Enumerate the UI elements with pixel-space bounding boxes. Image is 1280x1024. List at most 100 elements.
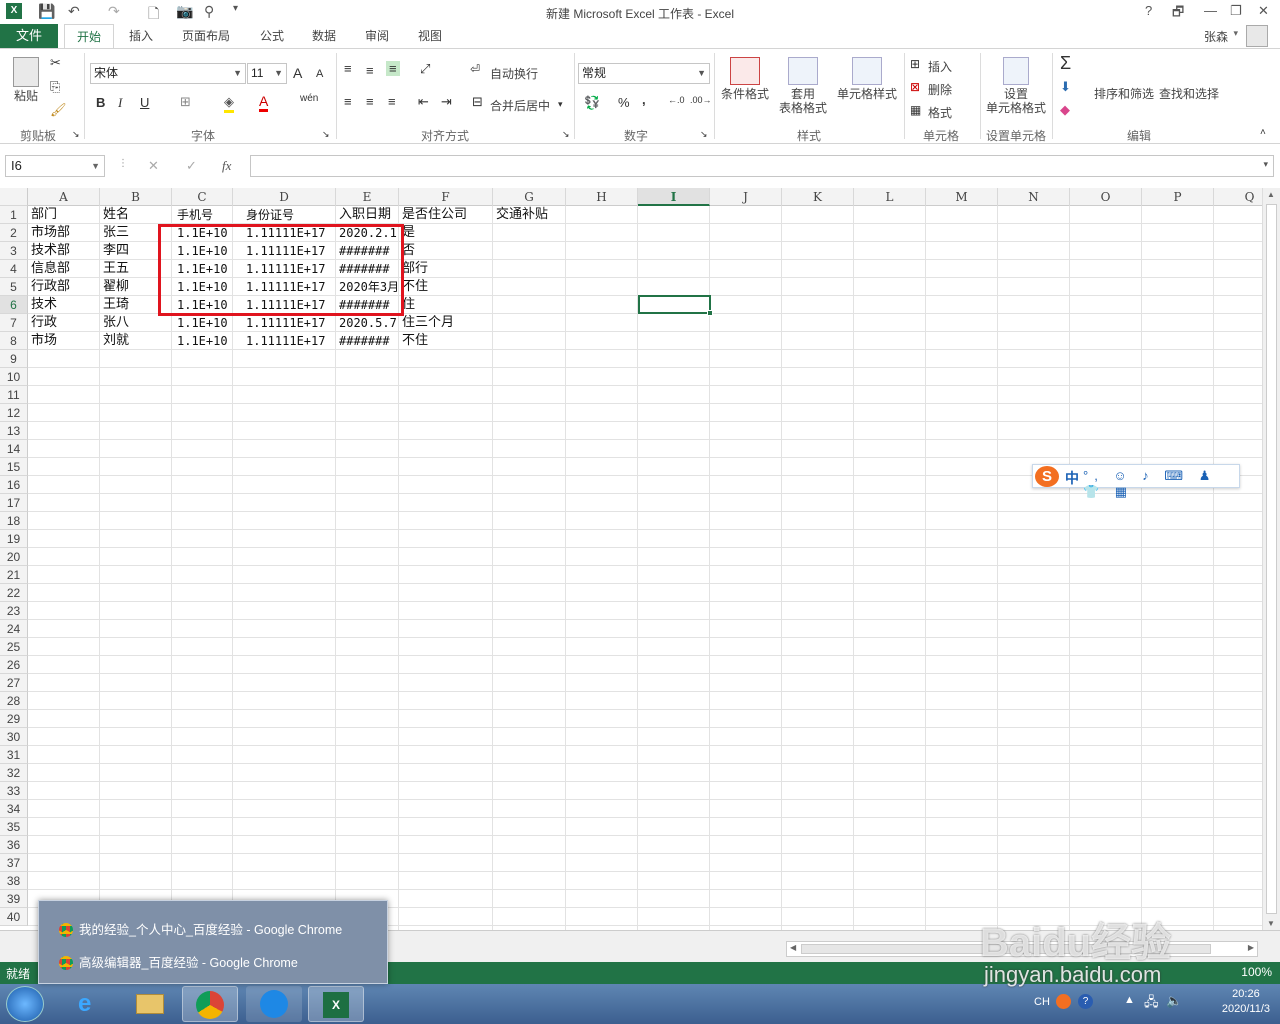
- row-header-35[interactable]: 35: [0, 818, 28, 836]
- column-header-e[interactable]: E: [336, 188, 399, 206]
- cell-c7[interactable]: 1.1E+10: [174, 314, 228, 332]
- increase-decimal-icon[interactable]: ←.0: [668, 95, 685, 105]
- cell-b8[interactable]: 刘就: [100, 332, 129, 350]
- fill-handle[interactable]: [707, 310, 713, 316]
- column-header-n[interactable]: N: [998, 188, 1070, 206]
- select-all-corner[interactable]: [0, 188, 28, 206]
- scroll-left-icon[interactable]: ◀: [790, 943, 796, 952]
- row-header-18[interactable]: 18: [0, 512, 28, 530]
- user-dropdown-icon[interactable]: ▾: [1233, 28, 1238, 39]
- tab-page-layout[interactable]: 页面布局: [182, 24, 230, 48]
- tab-view[interactable]: 视图: [418, 24, 442, 48]
- font-launcher-icon[interactable]: ↘: [322, 129, 330, 140]
- border-icon[interactable]: ⊞: [180, 94, 191, 110]
- row-header-22[interactable]: 22: [0, 584, 28, 602]
- row-header-2[interactable]: 2: [0, 224, 28, 242]
- zoom-level[interactable]: 100%: [1241, 965, 1272, 979]
- close-button[interactable]: ✕: [1258, 3, 1269, 19]
- insert-cells-icon[interactable]: ⊞: [910, 57, 920, 71]
- row-header-37[interactable]: 37: [0, 854, 28, 872]
- format-cells-icon[interactable]: ▦: [910, 103, 921, 117]
- row-header-34[interactable]: 34: [0, 800, 28, 818]
- avatar[interactable]: [1246, 25, 1268, 47]
- cell-e7[interactable]: 2020.5.7: [336, 314, 399, 332]
- row-header-8[interactable]: 8: [0, 332, 28, 350]
- active-cell[interactable]: [638, 295, 713, 316]
- tray-arrow-icon[interactable]: ▲: [1124, 994, 1135, 1006]
- cancel-entry-button[interactable]: ✕: [148, 158, 159, 174]
- sogou-logo[interactable]: S: [1035, 466, 1059, 487]
- delete-cells-button[interactable]: 删除: [928, 81, 952, 98]
- column-header-c[interactable]: C: [172, 188, 233, 206]
- row-header-6[interactable]: 6: [0, 296, 28, 314]
- underline-button[interactable]: U: [140, 95, 149, 110]
- cell-b5[interactable]: 翟柳: [100, 278, 129, 296]
- cell-b7[interactable]: 张八: [100, 314, 129, 332]
- row-header-36[interactable]: 36: [0, 836, 28, 854]
- number-launcher-icon[interactable]: ↘: [700, 129, 708, 140]
- cell-c8[interactable]: 1.1E+10: [174, 332, 228, 350]
- chevron-down-icon[interactable]: ▾: [558, 99, 563, 110]
- decrease-indent-icon[interactable]: ⇤: [418, 94, 429, 110]
- copy-icon[interactable]: ⎘: [50, 79, 60, 95]
- accounting-format-icon[interactable]: 💱: [584, 95, 600, 111]
- cell-f7[interactable]: 住三个月: [399, 314, 454, 332]
- cell-b4[interactable]: 王五: [100, 260, 129, 278]
- wrap-text-icon[interactable]: ⏎: [470, 62, 480, 76]
- row-header-9[interactable]: 9: [0, 350, 28, 368]
- number-format-combo[interactable]: 常规 ▼: [578, 63, 710, 84]
- clock[interactable]: 20:26 2020/11/3: [1222, 987, 1270, 1017]
- formula-input[interactable]: [250, 155, 1274, 177]
- row-header-27[interactable]: 27: [0, 674, 28, 692]
- row-header-38[interactable]: 38: [0, 872, 28, 890]
- row-header-21[interactable]: 21: [0, 566, 28, 584]
- ime-toolbar[interactable]: S 中 °, ☺ ♪ ⌨ ♟ 👕 ▦: [1032, 464, 1240, 499]
- cell-c1[interactable]: 手机号: [174, 206, 213, 224]
- cell-a5[interactable]: 行政部: [28, 278, 70, 296]
- ime-mode[interactable]: 中: [1065, 468, 1079, 488]
- vertical-scrollbar[interactable]: ▲ ▼: [1262, 188, 1280, 930]
- fill-icon[interactable]: ⬇: [1060, 79, 1071, 95]
- confirm-entry-button[interactable]: ✓: [186, 158, 197, 174]
- tab-formulas[interactable]: 公式: [260, 24, 284, 48]
- expand-formula-icon[interactable]: ▾: [1263, 159, 1268, 170]
- shrink-font-button[interactable]: A: [316, 68, 323, 80]
- format-cells-dialog-button[interactable]: 设置 单元格格式: [984, 57, 1048, 115]
- align-left-icon[interactable]: ≡: [344, 94, 352, 109]
- clear-icon[interactable]: ◆: [1060, 102, 1070, 118]
- cell-b2[interactable]: 张三: [100, 224, 129, 242]
- conditional-format-button[interactable]: 条件格式: [718, 57, 772, 101]
- row-header-13[interactable]: 13: [0, 422, 28, 440]
- decrease-decimal-icon[interactable]: .00→: [690, 95, 712, 105]
- help-button[interactable]: ?: [1145, 3, 1152, 18]
- cell-e8[interactable]: #######: [336, 332, 399, 350]
- font-name-combo[interactable]: 宋体 ▼: [90, 63, 246, 84]
- row-header-39[interactable]: 39: [0, 890, 28, 908]
- row-header-25[interactable]: 25: [0, 638, 28, 656]
- cell-d8[interactable]: 1.11111E+17: [243, 332, 338, 350]
- cell-a6[interactable]: 技术: [28, 296, 57, 314]
- explorer-taskbar-button[interactable]: [122, 986, 178, 1022]
- insert-cells-button[interactable]: 插入: [928, 58, 952, 75]
- row-header-26[interactable]: 26: [0, 656, 28, 674]
- row-header-5[interactable]: 5: [0, 278, 28, 296]
- alignment-launcher-icon[interactable]: ↘: [562, 129, 570, 140]
- tab-file[interactable]: 文件: [0, 24, 58, 48]
- row-header-14[interactable]: 14: [0, 440, 28, 458]
- feishu-taskbar-button[interactable]: [246, 986, 302, 1022]
- find-select-button[interactable]: 查找和选择: [1156, 57, 1222, 101]
- cell-f8[interactable]: 不住: [399, 332, 428, 350]
- font-size-combo[interactable]: 11 ▼: [247, 63, 287, 84]
- insert-function-button[interactable]: fx: [222, 158, 231, 174]
- italic-button[interactable]: I: [118, 95, 122, 111]
- row-header-20[interactable]: 20: [0, 548, 28, 566]
- align-bottom-icon[interactable]: ≡: [386, 61, 400, 76]
- cell-styles-button[interactable]: 单元格样式: [834, 57, 900, 101]
- row-header-29[interactable]: 29: [0, 710, 28, 728]
- row-header-23[interactable]: 23: [0, 602, 28, 620]
- ime-language[interactable]: CH: [1034, 996, 1050, 1008]
- column-header-d[interactable]: D: [233, 188, 336, 206]
- cell-a3[interactable]: 技术部: [28, 242, 70, 260]
- tab-data[interactable]: 数据: [312, 24, 336, 48]
- align-center-icon[interactable]: ≡: [366, 94, 374, 109]
